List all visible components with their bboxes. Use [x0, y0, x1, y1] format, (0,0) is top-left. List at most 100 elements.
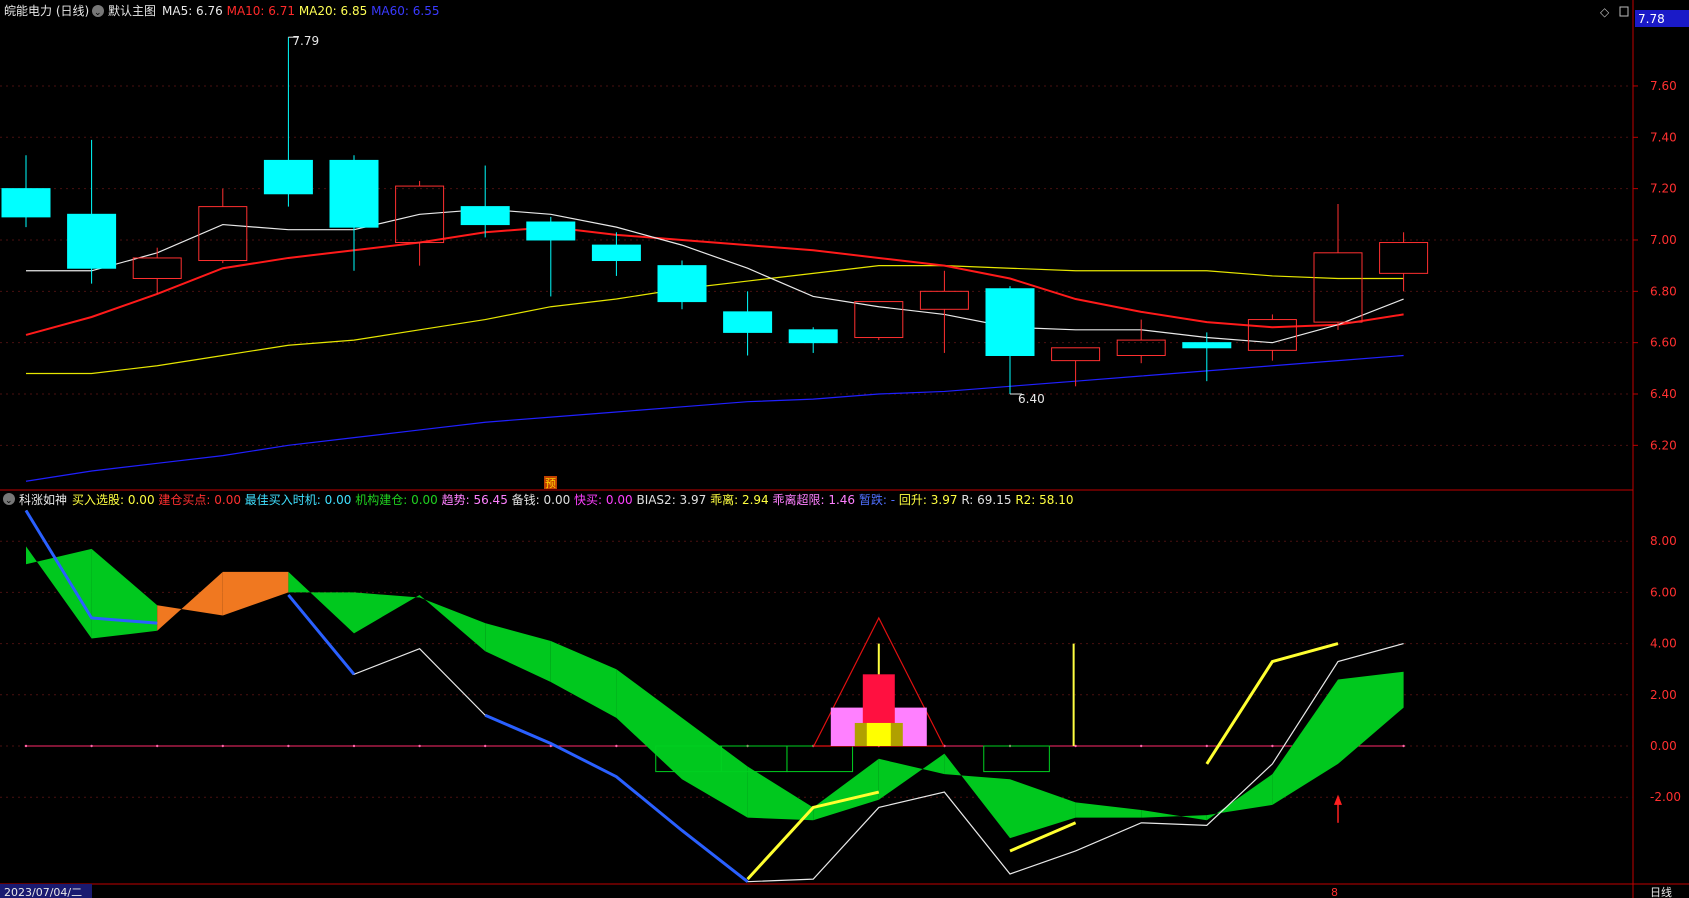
indicator-legend-item: BIAS2: 3.97 [633, 493, 707, 507]
candle[interactable] [985, 286, 1035, 394]
candle[interactable] [460, 165, 510, 238]
buy-zone-box [786, 745, 854, 773]
indicator-tick-label: 8.00 [1650, 534, 1677, 548]
candle[interactable] [1, 155, 51, 228]
chevron-down-icon: ⌄ [5, 496, 13, 506]
candle-body-up [198, 206, 248, 262]
zero-dot [1402, 744, 1405, 748]
zero-dot [90, 744, 93, 748]
zero-dot [418, 744, 421, 748]
candle-body-down [723, 311, 773, 333]
band-segment-orange [222, 571, 289, 616]
candle[interactable] [1379, 232, 1429, 292]
indicator-legend-item: 暂跌: - [855, 492, 895, 507]
indicator-name[interactable]: 科涨如神 [19, 492, 67, 507]
ma5-line [26, 208, 1404, 344]
template-label[interactable]: 默认主图 [108, 3, 156, 18]
candle[interactable] [1116, 319, 1166, 364]
band-segment-green [1010, 779, 1076, 839]
candle[interactable] [526, 216, 576, 297]
price-tick-label: 6.40 [1650, 387, 1677, 401]
candle[interactable] [854, 301, 904, 341]
zero-dot [615, 744, 618, 748]
candle-body-down [526, 221, 576, 241]
candle[interactable] [591, 232, 641, 276]
ma10-line [25, 226, 1404, 336]
stock-title[interactable]: 皖能电力 (日线) [4, 4, 89, 18]
indicator-tick-label: 2.00 [1650, 688, 1677, 702]
date-label: 2023/07/04/二 [4, 886, 82, 898]
zero-dot [1140, 744, 1143, 748]
candle[interactable] [1313, 204, 1363, 330]
period-label[interactable]: 日线 [1650, 885, 1672, 898]
buy-zone-box [983, 745, 1050, 773]
main-header: 皖能电力 (日线) ⌄ 默认主图 MA5: 6.76 MA10: 6.71 MA… [4, 3, 439, 18]
candle[interactable] [1182, 332, 1232, 382]
band-segment-green [1272, 679, 1338, 805]
indicator-legend-item: R: 69.15 [958, 493, 1012, 507]
signal-yellow-block [866, 722, 891, 746]
candle-body-down [985, 288, 1035, 356]
zero-dot [24, 744, 28, 748]
candle[interactable] [263, 37, 313, 207]
ma-legend-item: MA10: 6.71 [223, 4, 295, 18]
indicator-legend-item: 备钱: 0.00 [508, 492, 570, 507]
ma20-line [26, 265, 1404, 375]
band-segment-green [26, 546, 92, 639]
ma60-line [25, 354, 1404, 482]
low-price-label: 6.40 [1018, 392, 1045, 406]
candle-body-down [788, 329, 838, 344]
candle[interactable] [329, 155, 379, 271]
candle-body-down [460, 206, 510, 226]
candle-body-up [1379, 242, 1429, 274]
candlesticks[interactable] [1, 36, 1429, 395]
band-segment-green [419, 594, 486, 652]
band-segment-green [813, 758, 879, 821]
band-segment-green [485, 623, 551, 682]
band-segment-orange [157, 571, 223, 631]
band-segment-green [1338, 671, 1404, 764]
candle[interactable] [67, 139, 117, 284]
indicator-legend: 买入选股: 0.00 建仓买点: 0.00 最佳买入时机: 0.00 机构建仓:… [72, 492, 1074, 507]
indicator-legend-item: 买入选股: 0.00 [72, 493, 155, 507]
indicator-legend-item: R2: 58.10 [1012, 493, 1074, 507]
indicator-legend-item: 乖离超限: 1.46 [769, 492, 855, 507]
stock-chart[interactable]: 7.60 7.40 7.20 7.00 6.80 6.60 6.40 6.20 8.00 6.0… [0, 0, 1689, 898]
candle[interactable] [788, 327, 838, 353]
candle[interactable] [657, 260, 707, 310]
window-icon[interactable] [1619, 6, 1629, 17]
candle-body-up [1051, 347, 1101, 362]
indicator-tick-label: -2.00 [1650, 790, 1681, 804]
zero-dot [156, 744, 159, 748]
candle-body-down [591, 244, 641, 262]
candle-body-up [132, 257, 182, 279]
candle[interactable] [1051, 347, 1101, 387]
band-segment-green [550, 641, 617, 718]
zero-dot [221, 744, 224, 748]
candle[interactable] [723, 291, 773, 356]
footer-marker: 8 [1331, 886, 1338, 898]
high-price-label: 7.79 [292, 34, 319, 48]
chevron-down-icon: ⌄ [94, 8, 102, 18]
band-segment-green [354, 592, 420, 634]
zero-dot [287, 744, 290, 748]
indicator-legend-item: 建仓买点: 0.00 [155, 493, 241, 507]
band-segment-green [91, 548, 158, 639]
price-tick-label: 7.40 [1650, 130, 1677, 144]
diamond-icon[interactable]: ◇ [1600, 5, 1610, 19]
band-segment-green [616, 669, 682, 780]
indicator-legend-item: 趋势: 56.45 [438, 493, 508, 507]
zero-dot [1271, 744, 1274, 748]
candle[interactable] [395, 180, 445, 266]
indicator-header: ⌄ 科涨如神 买入选股: 0.00 建仓买点: 0.00 最佳买入时机: 0.0… [3, 492, 1074, 507]
band-segment-green [1206, 774, 1273, 821]
candle-body-down [67, 213, 117, 269]
zero-dot [484, 744, 487, 748]
ma-legend-item: MA5: 6.76 [162, 4, 223, 18]
ma-legend-item: MA60: 6.55 [367, 4, 439, 18]
indicator-tick-label: 0.00 [1650, 739, 1677, 753]
price-tick-label: 7.60 [1650, 79, 1677, 93]
ma-legend: MA5: 6.76 MA10: 6.71 MA20: 6.85 MA60: 6.… [162, 4, 439, 18]
forecast-marker[interactable]: 预 [545, 477, 556, 490]
price-grid: 7.60 7.40 7.20 7.00 6.80 6.60 6.40 6.20 [0, 79, 1677, 452]
